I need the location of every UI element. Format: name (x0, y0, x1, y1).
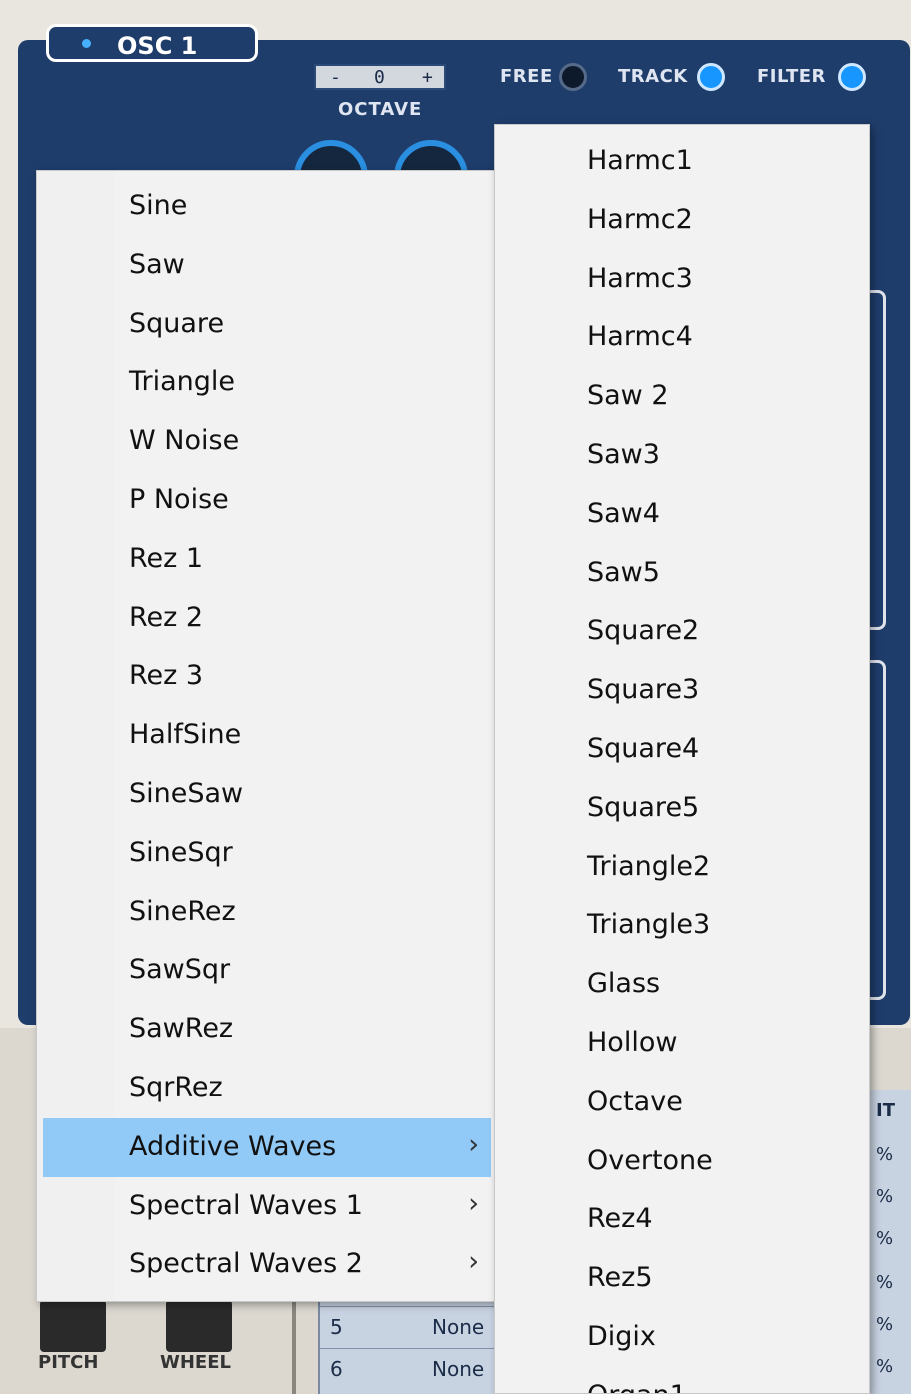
submenu-item[interactable]: Saw5 (495, 541, 869, 600)
table-row[interactable]: 6 None (320, 1348, 520, 1391)
percent-text: % (876, 1144, 894, 1165)
menu-item[interactable]: Rez 3 (43, 647, 491, 706)
menu-item[interactable]: Triangle (43, 353, 491, 412)
osc-title: OSC 1 (117, 32, 198, 60)
menu-item[interactable]: SawRez (43, 1000, 491, 1059)
submenu-item[interactable]: Square3 (495, 658, 869, 717)
section-divider (292, 1300, 296, 1394)
menu-item[interactable]: Sine (43, 177, 491, 236)
mod-table-header-fragment: IT (876, 1100, 895, 1121)
octave-value: 0 (374, 67, 385, 88)
free-toggle[interactable] (559, 63, 587, 91)
submenu-item[interactable]: Glass (495, 952, 869, 1011)
menu-item-spectral-waves-2[interactable]: Spectral Waves 2 › (43, 1235, 491, 1294)
menu-item[interactable]: HalfSine (43, 706, 491, 765)
submenu-item[interactable]: Digix (495, 1305, 869, 1364)
percent-text: % (876, 1228, 894, 1249)
osc-tab[interactable]: OSC 1 (46, 24, 258, 62)
panel-display-frame (868, 660, 886, 1000)
percent-text: % (876, 1314, 894, 1335)
percent-text: % (876, 1356, 894, 1377)
track-label: TRACK (618, 66, 688, 87)
menu-item[interactable]: Square (43, 295, 491, 354)
chevron-right-icon: › (468, 1128, 479, 1160)
submenu-item[interactable]: Organ1 (495, 1364, 869, 1393)
chevron-right-icon: › (468, 1246, 479, 1278)
pitch-wheel[interactable] (40, 1300, 106, 1352)
submenu-item[interactable]: Triangle2 (495, 835, 869, 894)
menu-item[interactable]: SineSqr (43, 824, 491, 883)
menu-item[interactable]: Rez 1 (43, 530, 491, 589)
table-row-number: 5 (330, 1315, 343, 1339)
octave-stepper[interactable]: - 0 + (314, 64, 446, 90)
menu-item[interactable]: Rez 2 (43, 589, 491, 648)
menu-item[interactable]: SineSaw (43, 765, 491, 824)
submenu-item[interactable]: Octave (495, 1070, 869, 1129)
table-row[interactable]: 5 None (320, 1306, 520, 1349)
submenu-item[interactable]: Harmc1 (495, 129, 869, 188)
octave-increment-button[interactable]: + (422, 67, 433, 88)
percent-text: % (876, 1186, 894, 1207)
free-label: FREE (500, 66, 553, 87)
menu-item[interactable]: W Noise (43, 412, 491, 471)
submenu-item[interactable]: Harmc2 (495, 188, 869, 247)
submenu-item[interactable]: Square5 (495, 776, 869, 835)
wheel-label: WHEEL (160, 1352, 231, 1373)
waveform-menu: Sine Saw Square Triangle W Noise P Noise… (36, 170, 498, 1302)
chevron-right-icon: › (468, 1187, 479, 1219)
track-toggle[interactable] (697, 63, 725, 91)
submenu-item[interactable]: Square2 (495, 599, 869, 658)
table-row-value[interactable]: None (432, 1315, 484, 1339)
submenu-item[interactable]: Harmc4 (495, 305, 869, 364)
submenu-item[interactable]: Triangle3 (495, 893, 869, 952)
octave-label: OCTAVE (338, 99, 423, 120)
submenu-item[interactable]: Rez5 (495, 1246, 869, 1305)
panel-display-frame (868, 290, 886, 630)
submenu-item[interactable]: Square4 (495, 717, 869, 776)
submenu-item[interactable]: Saw 2 (495, 364, 869, 423)
percent-text: % (876, 1272, 894, 1293)
menu-item-spectral-waves-1[interactable]: Spectral Waves 1 › (43, 1177, 491, 1236)
menu-item-additive-waves[interactable]: Additive Waves › (43, 1117, 491, 1177)
menu-item[interactable]: SineRez (43, 883, 491, 942)
submenu-item[interactable]: Harmc3 (495, 247, 869, 306)
pitch-label: PITCH (38, 1352, 99, 1373)
submenu-item[interactable]: Saw4 (495, 482, 869, 541)
additive-waves-submenu: Harmc1 Harmc2 Harmc3 Harmc4 Saw 2 Saw3 S… (494, 124, 870, 1394)
osc-led-indicator (82, 39, 91, 48)
submenu-item[interactable]: Saw3 (495, 423, 869, 482)
menu-item[interactable]: SawSqr (43, 941, 491, 1000)
submenu-item[interactable]: Overtone (495, 1129, 869, 1188)
menu-item[interactable]: SqrRez (43, 1059, 491, 1118)
submenu-item[interactable]: Hollow (495, 1011, 869, 1070)
table-row-number: 6 (330, 1357, 343, 1381)
octave-decrement-button[interactable]: - (330, 67, 341, 88)
menu-item[interactable]: Saw (43, 236, 491, 295)
filter-toggle[interactable] (838, 63, 866, 91)
submenu-item[interactable]: Rez4 (495, 1187, 869, 1246)
filter-label: FILTER (757, 66, 826, 87)
mod-wheel[interactable] (166, 1300, 232, 1352)
table-row-value[interactable]: None (432, 1357, 484, 1381)
menu-item[interactable]: P Noise (43, 471, 491, 530)
